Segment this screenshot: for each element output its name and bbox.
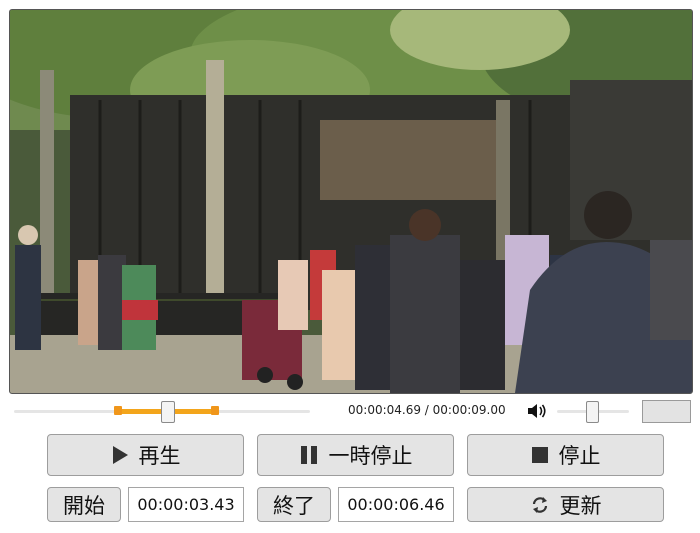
play-button[interactable]: 再生: [47, 434, 244, 476]
start-time-field[interactable]: 00:00:03.43: [128, 487, 244, 522]
video-frame[interactable]: [9, 9, 693, 394]
play-icon: [111, 445, 129, 465]
start-label: 開始: [63, 493, 105, 518]
speaker-icon[interactable]: [526, 402, 548, 420]
set-end-button[interactable]: 終了: [257, 487, 331, 522]
set-start-button[interactable]: 開始: [47, 487, 121, 522]
range-end-marker[interactable]: [211, 406, 219, 415]
video-editor: 00:00:04.69 / 00:00:09.00 再生 一時停止 停止 開始 …: [0, 0, 700, 533]
seek-thumb[interactable]: [161, 401, 175, 423]
stop-label: 停止: [558, 444, 601, 468]
video-image: [10, 10, 692, 393]
play-label: 再生: [138, 444, 181, 468]
pause-icon: [299, 445, 319, 465]
pause-label: 一時停止: [328, 444, 413, 468]
stop-icon: [531, 446, 549, 464]
refresh-icon: [530, 495, 550, 515]
update-label: 更新: [559, 493, 602, 518]
pause-button[interactable]: 一時停止: [257, 434, 454, 476]
range-start-marker[interactable]: [114, 406, 122, 415]
update-button[interactable]: 更新: [467, 487, 664, 522]
volume-thumb[interactable]: [586, 401, 599, 423]
end-label: 終了: [273, 493, 315, 518]
stop-button[interactable]: 停止: [467, 434, 664, 476]
time-readout: 00:00:04.69 / 00:00:09.00: [348, 403, 506, 417]
color-swatch[interactable]: [642, 400, 691, 423]
end-time-field[interactable]: 00:00:06.46: [338, 487, 454, 522]
